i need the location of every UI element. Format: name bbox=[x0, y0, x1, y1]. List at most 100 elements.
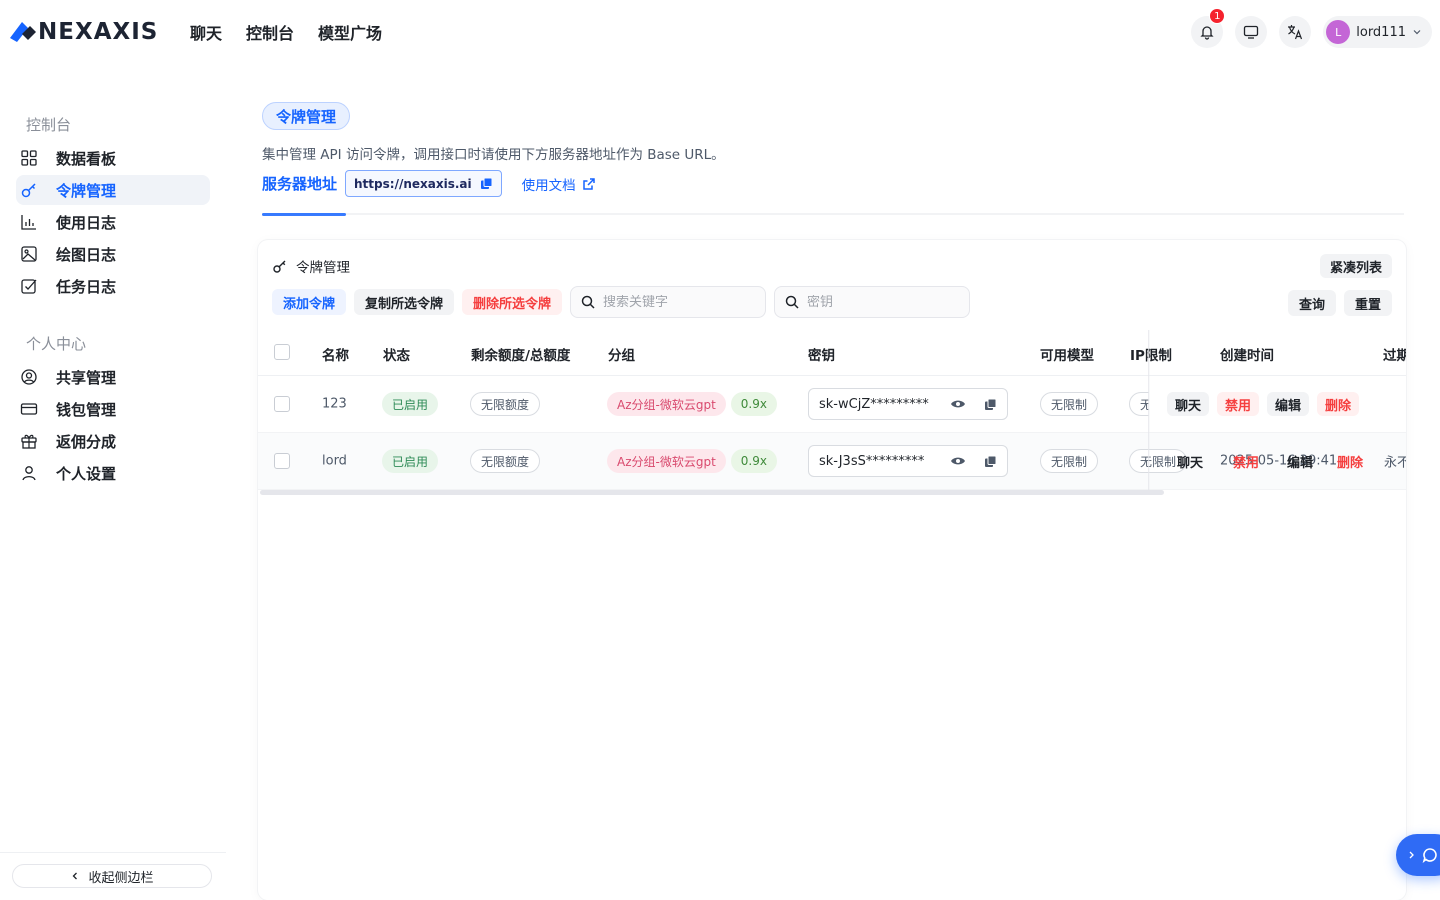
col-created[interactable]: 创建时间 bbox=[1220, 344, 1274, 364]
search-icon bbox=[581, 295, 595, 309]
copy-selected-button[interactable]: 复制所选令牌 bbox=[354, 289, 455, 315]
eye-icon[interactable] bbox=[950, 455, 966, 467]
key-search bbox=[774, 286, 971, 318]
nav-chat[interactable]: 聊天 bbox=[190, 20, 222, 44]
col-expire[interactable]: 过期 bbox=[1383, 344, 1406, 364]
reset-button[interactable]: 重置 bbox=[1343, 290, 1392, 316]
sidebar-item-label: 数据看板 bbox=[56, 149, 117, 168]
collapse-label: 收起侧边栏 bbox=[88, 870, 154, 886]
sidebar-item-tokens[interactable]: 令牌管理 bbox=[16, 175, 210, 205]
floating-chat-button[interactable] bbox=[1396, 834, 1440, 876]
ratio-tag: 0.9x bbox=[730, 449, 777, 473]
toolbar: 添加令牌 复制所选令牌 删除所选令牌 bbox=[272, 286, 971, 318]
external-link-icon bbox=[582, 177, 595, 190]
chevron-down-icon bbox=[1413, 30, 1421, 35]
keyword-search bbox=[570, 286, 767, 318]
sidebar-item-label: 个人设置 bbox=[56, 464, 117, 483]
quota-tag: 无限额度 bbox=[470, 392, 541, 416]
horizontal-scrollbar[interactable] bbox=[260, 490, 1164, 495]
table-row: lord 已启用 无限额度 Az分组-微软云gpt 0.9x sk-J3sS**… bbox=[258, 433, 1406, 490]
row-checkbox[interactable] bbox=[274, 453, 290, 469]
top-nav: 聊天 控制台 模型广场 bbox=[190, 20, 382, 44]
models-tag: 无限制 bbox=[1040, 449, 1099, 473]
display-button[interactable] bbox=[1235, 16, 1268, 48]
sidebar-item-usage-logs[interactable]: 使用日志 bbox=[16, 207, 210, 237]
collapse-sidebar-button[interactable]: 收起侧边栏 bbox=[12, 864, 212, 888]
quota-tag: 无限额度 bbox=[470, 449, 541, 473]
select-all-checkbox[interactable] bbox=[274, 344, 290, 360]
chat-action[interactable]: 聊天 bbox=[1167, 392, 1210, 416]
nav-models[interactable]: 模型广场 bbox=[318, 20, 382, 44]
user-icon bbox=[20, 464, 38, 482]
key-search-input[interactable] bbox=[807, 294, 958, 310]
search-icon bbox=[785, 295, 799, 309]
brand-name: NEXAXIS bbox=[38, 19, 159, 45]
sidebar-item-label: 使用日志 bbox=[56, 213, 117, 232]
status-badge: 已启用 bbox=[382, 392, 439, 416]
col-ip[interactable]: IP限制 bbox=[1130, 344, 1172, 364]
col-key[interactable]: 密钥 bbox=[808, 344, 835, 364]
sidebar-item-task-logs[interactable]: 任务日志 bbox=[16, 271, 210, 301]
checkbox-icon bbox=[20, 277, 38, 295]
nav-console[interactable]: 控制台 bbox=[246, 20, 294, 44]
top-right-actions: 1 L lord111 bbox=[1191, 8, 1432, 48]
token-name: 123 bbox=[322, 396, 347, 412]
translate-icon bbox=[1288, 25, 1303, 40]
copy-icon[interactable] bbox=[984, 455, 997, 468]
top-bar: NEXAXIS 聊天 控制台 模型广场 1 L lord111 bbox=[0, 0, 1440, 64]
server-address-row: 服务器地址 https://nexaxis.ai 使用文档 bbox=[262, 170, 596, 197]
key-icon bbox=[20, 181, 38, 199]
ratio-tag: 0.9x bbox=[730, 392, 777, 416]
sidebar-item-dashboard[interactable]: 数据看板 bbox=[16, 143, 210, 173]
sidebar-item-label: 令牌管理 bbox=[56, 181, 117, 200]
sidebar-divider bbox=[0, 852, 226, 853]
query-button[interactable]: 查询 bbox=[1287, 290, 1336, 316]
chat-action[interactable]: 聊天 bbox=[1167, 449, 1213, 473]
eye-icon[interactable] bbox=[950, 398, 966, 410]
edit-action[interactable]: 编辑 bbox=[1271, 449, 1327, 473]
copy-icon[interactable] bbox=[984, 398, 997, 411]
disable-action[interactable]: 禁用 bbox=[1217, 392, 1260, 416]
docs-link[interactable]: 使用文档 bbox=[522, 174, 596, 194]
notification-button[interactable]: 1 bbox=[1191, 8, 1226, 48]
credit-card-icon bbox=[20, 400, 38, 418]
col-quota[interactable]: 剩余额度/总额度 bbox=[471, 344, 570, 364]
sidebar-item-settings[interactable]: 个人设置 bbox=[16, 458, 210, 488]
language-button[interactable] bbox=[1279, 16, 1312, 48]
server-address-label: 服务器地址 bbox=[262, 175, 338, 193]
col-group[interactable]: 分组 bbox=[608, 344, 635, 364]
sidebar-item-wallet[interactable]: 钱包管理 bbox=[16, 394, 210, 424]
group-tag: Az分组-微软云gpt bbox=[607, 392, 726, 416]
col-status[interactable]: 状态 bbox=[383, 344, 410, 364]
delete-selected-button[interactable]: 删除所选令牌 bbox=[462, 289, 563, 315]
compact-list-button[interactable]: 紧凑列表 bbox=[1319, 254, 1392, 278]
token-name: lord bbox=[322, 453, 347, 469]
key-field: sk-J3sS********* bbox=[808, 445, 1008, 477]
server-url-copy[interactable]: https://nexaxis.ai bbox=[345, 170, 502, 197]
card-header: 令牌管理 bbox=[272, 256, 350, 276]
sidebar-item-commission[interactable]: 返佣分成 bbox=[16, 426, 210, 456]
brand-logo[interactable]: NEXAXIS bbox=[8, 18, 158, 46]
keyword-search-input[interactable] bbox=[603, 294, 754, 310]
notification-badge: 1 bbox=[1209, 8, 1226, 24]
sidebar-item-drawing-logs[interactable]: 绘图日志 bbox=[16, 239, 210, 269]
col-models[interactable]: 可用模型 bbox=[1040, 344, 1094, 364]
server-url: https://nexaxis.ai bbox=[354, 176, 472, 191]
delete-action[interactable]: 删除 bbox=[1327, 449, 1373, 473]
disable-action[interactable]: 禁用 bbox=[1213, 449, 1271, 473]
page-description: 集中管理 API 访问令牌，调用接口时请使用下方服务器地址作为 Base URL… bbox=[262, 147, 725, 163]
grid-icon bbox=[20, 149, 38, 167]
edit-action[interactable]: 编辑 bbox=[1267, 392, 1310, 416]
bar-chart-icon bbox=[20, 213, 38, 231]
user-name: lord111 bbox=[1356, 24, 1406, 40]
sidebar-section-personal: 个人中心 bbox=[26, 335, 87, 353]
col-name[interactable]: 名称 bbox=[322, 344, 349, 364]
row-checkbox[interactable] bbox=[274, 396, 290, 412]
user-menu[interactable]: L lord111 bbox=[1323, 16, 1432, 48]
add-token-button[interactable]: 添加令牌 bbox=[272, 289, 347, 315]
gift-icon bbox=[20, 432, 38, 450]
delete-action[interactable]: 删除 bbox=[1317, 392, 1360, 416]
tab-underline bbox=[262, 213, 1404, 215]
sidebar-item-sharing[interactable]: 共享管理 bbox=[16, 362, 210, 392]
monitor-icon bbox=[1244, 25, 1259, 39]
